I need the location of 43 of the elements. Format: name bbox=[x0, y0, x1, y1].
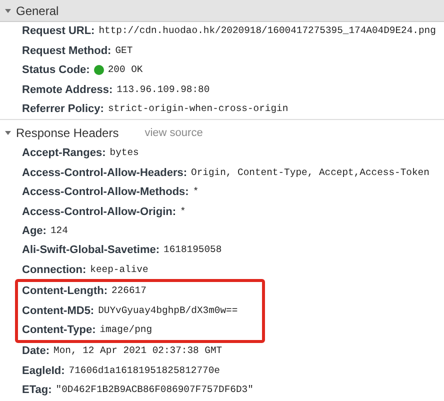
header-value: keep-alive bbox=[90, 262, 148, 277]
header-name: Access-Control-Allow-Origin: bbox=[22, 204, 176, 220]
header-name: Status Code: bbox=[22, 63, 90, 78]
header-name: Remote Address: bbox=[22, 82, 113, 98]
header-name: Date: bbox=[22, 344, 50, 360]
header-value: Mon, 12 Apr 2021 02:37:38 GMT bbox=[54, 344, 222, 358]
header-name: EagleId: bbox=[22, 364, 65, 379]
header-value: "0D462F1B2B9ACB86F086907F757DF6D3" bbox=[56, 383, 254, 398]
header-name: Content-MD5: bbox=[22, 304, 94, 319]
header-value: Origin, Content-Type, Accept,Access-Token bbox=[191, 166, 430, 180]
header-name: Access-Control-Allow-Methods: bbox=[22, 185, 189, 200]
header-name: Content-Type: bbox=[22, 322, 96, 338]
header-name: Request Method: bbox=[22, 44, 112, 59]
header-value: * bbox=[180, 204, 186, 219]
header-value: 71606d1a16181951825812770e bbox=[68, 364, 220, 378]
caret-down-icon bbox=[4, 6, 12, 14]
section-title: General bbox=[16, 2, 59, 20]
view-source-link[interactable]: view source bbox=[144, 124, 203, 142]
section-title: Response Headers bbox=[16, 124, 119, 142]
header-value: bytes bbox=[110, 146, 139, 160]
header-value: 124 bbox=[50, 224, 68, 238]
header-value: image/png bbox=[100, 322, 152, 337]
header-value: 226617 bbox=[112, 284, 146, 298]
header-value: 113.96.109.98:80 bbox=[116, 82, 210, 97]
header-value: 1618195058 bbox=[164, 243, 222, 258]
header-value: 200 OK bbox=[108, 63, 143, 78]
caret-down-icon bbox=[4, 128, 12, 137]
header-name: Request URL: bbox=[22, 24, 95, 40]
header-name: Ali-Swift-Global-Savetime: bbox=[22, 243, 160, 258]
header-name: ETag: bbox=[22, 383, 52, 398]
header-name: Referrer Policy: bbox=[22, 102, 104, 117]
header-name: Age: bbox=[22, 224, 46, 239]
header-name: Accept-Ranges: bbox=[22, 146, 106, 162]
header-name: Access-Control-Allow-Headers: bbox=[22, 166, 188, 181]
header-name: Content-Length: bbox=[22, 284, 108, 300]
section-header[interactable]: Response Headers view source bbox=[0, 122, 444, 144]
header-value: * bbox=[192, 185, 199, 200]
header-value: http://cdn.huodao.hk/2020918/1600417275395_174A04D9E24.png bbox=[98, 24, 436, 38]
header-value: GET bbox=[115, 44, 133, 58]
header-name: Connection: bbox=[22, 262, 86, 278]
section-header[interactable]: General bbox=[0, 0, 444, 22]
header-value: DUYvGyuay4bghpB/dX3m0w== bbox=[98, 304, 238, 318]
header-value: strict-origin-when-cross-origin bbox=[108, 102, 288, 116]
